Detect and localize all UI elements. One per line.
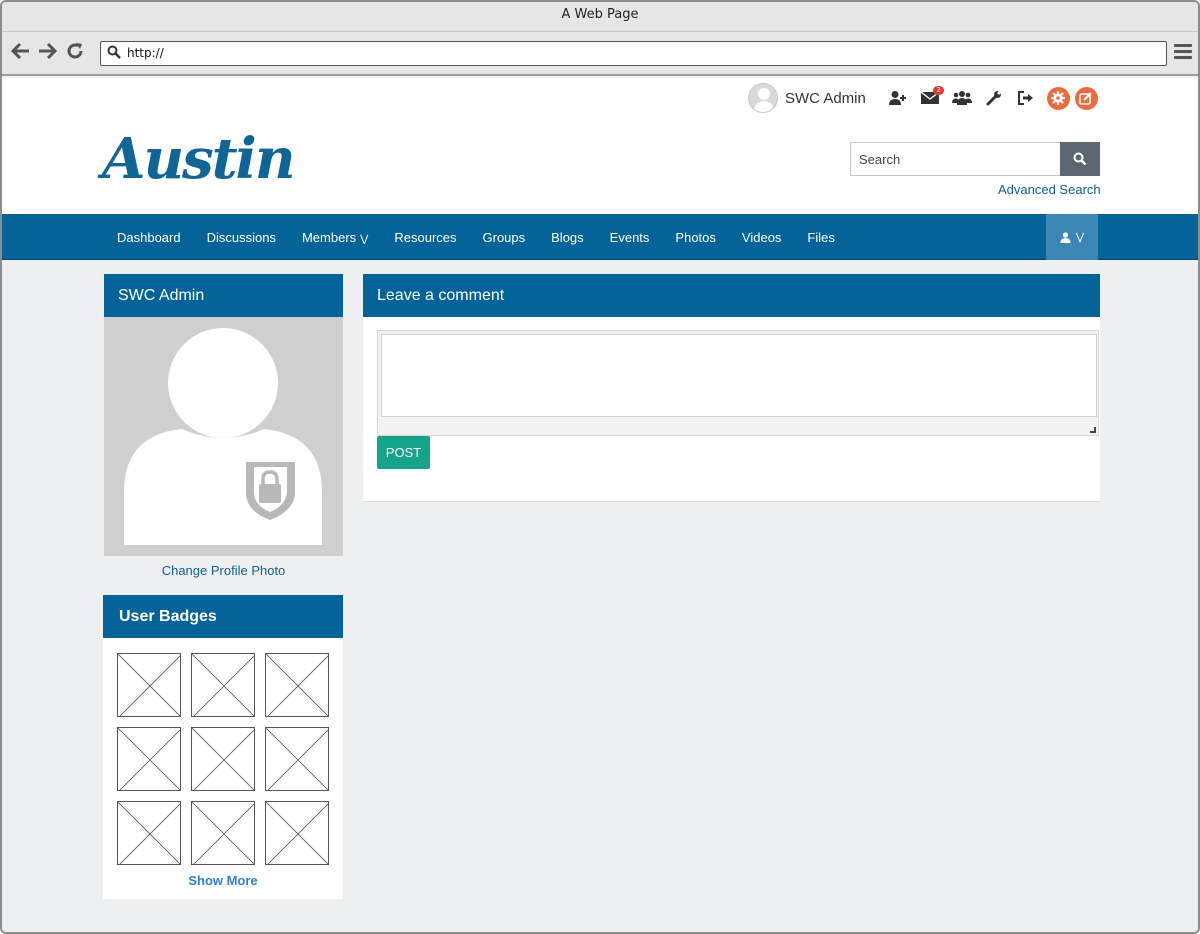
badge-placeholder[interactable] xyxy=(265,727,329,791)
search-icon xyxy=(107,45,121,59)
message-count-badge: 2 xyxy=(933,86,944,95)
add-user-icon[interactable] xyxy=(888,88,908,108)
nav-item-dashboard[interactable]: Dashboard xyxy=(104,230,194,245)
profile-name: SWC Admin xyxy=(104,274,343,317)
show-more-link[interactable]: Show More xyxy=(103,873,343,888)
badge-placeholder[interactable] xyxy=(265,653,329,717)
page-content: SWC Admin 2 Austin Search Advanced Searc… xyxy=(2,78,1198,932)
url-text: http:// xyxy=(127,46,164,60)
badge-placeholder[interactable] xyxy=(117,653,181,717)
url-bar[interactable]: http:// xyxy=(100,41,1167,66)
username[interactable]: SWC Admin xyxy=(785,90,866,107)
browser-toolbar: http:// xyxy=(2,32,1198,76)
user-bar: SWC Admin 2 xyxy=(748,82,1098,114)
reload-icon[interactable] xyxy=(64,41,86,63)
group-icon[interactable] xyxy=(951,88,972,108)
nav-item-blogs[interactable]: Blogs xyxy=(538,230,597,245)
nav-item-events[interactable]: Events xyxy=(597,230,663,245)
gear-icon[interactable] xyxy=(1046,86,1070,110)
nav-item-members-label: Members xyxy=(301,229,357,245)
badge-placeholder[interactable] xyxy=(191,801,255,865)
envelope-icon[interactable]: 2 xyxy=(920,86,944,108)
nav-item-photos[interactable]: Photos xyxy=(662,230,728,245)
nav-item-resources[interactable]: Resources xyxy=(381,230,469,245)
nav-item-groups[interactable]: Groups xyxy=(470,230,539,245)
menu-icon[interactable] xyxy=(1174,44,1192,62)
forward-arrow-icon[interactable] xyxy=(36,41,58,63)
advanced-search-link[interactable]: Advanced Search xyxy=(998,182,1101,197)
site-logo[interactable]: Austin xyxy=(102,126,296,192)
chevron-down-icon: ⋁ xyxy=(360,233,369,245)
user-icon xyxy=(1060,231,1071,243)
sign-out-icon[interactable] xyxy=(1016,88,1036,108)
badge-placeholder[interactable] xyxy=(117,801,181,865)
comment-card: Leave a comment POST xyxy=(363,274,1100,502)
nav-item-members[interactable]: Members ⋁ xyxy=(289,230,381,245)
search-input[interactable] xyxy=(850,142,1061,176)
user-menu-toggle[interactable]: ⋁ xyxy=(1046,214,1098,260)
badge-placeholder[interactable] xyxy=(191,653,255,717)
edit-icon[interactable] xyxy=(1074,86,1098,110)
badges-title: User Badges xyxy=(103,595,343,638)
comment-title: Leave a comment xyxy=(363,274,1100,317)
badge-placeholder[interactable] xyxy=(117,727,181,791)
user-badges-card: User Badges Show More xyxy=(103,595,343,899)
search-icon xyxy=(1073,152,1087,166)
main-nav: Dashboard Discussions Members ⋁ Resources… xyxy=(2,214,1198,260)
comment-editor xyxy=(377,330,1099,436)
nav-item-videos[interactable]: Videos xyxy=(729,230,795,245)
profile-photo xyxy=(104,317,343,556)
browser-window: A Web Page http:// SWC Admin 2 Austin Se… xyxy=(0,0,1200,934)
avatar[interactable] xyxy=(748,83,778,113)
resize-handle[interactable] xyxy=(1090,427,1096,433)
site-search xyxy=(850,142,1100,176)
site-header: SWC Admin 2 Austin Search Advanced Searc… xyxy=(2,78,1198,214)
post-button[interactable]: POST xyxy=(377,436,430,469)
badge-placeholder[interactable] xyxy=(191,727,255,791)
badge-placeholder[interactable] xyxy=(265,801,329,865)
search-button[interactable] xyxy=(1060,142,1100,176)
wrench-icon[interactable] xyxy=(984,88,1004,108)
chevron-down-icon: ⋁ xyxy=(1075,231,1085,243)
nav-item-files[interactable]: Files xyxy=(794,230,847,245)
back-arrow-icon[interactable] xyxy=(10,41,32,63)
comment-textarea[interactable] xyxy=(381,334,1097,417)
window-title: A Web Page xyxy=(2,2,1198,32)
nav-item-discussions[interactable]: Discussions xyxy=(194,230,289,245)
change-profile-photo-link[interactable]: Change Profile Photo xyxy=(104,556,343,580)
profile-card: SWC Admin Change Profile Photo xyxy=(104,274,343,580)
default-avatar-icon xyxy=(124,328,322,545)
